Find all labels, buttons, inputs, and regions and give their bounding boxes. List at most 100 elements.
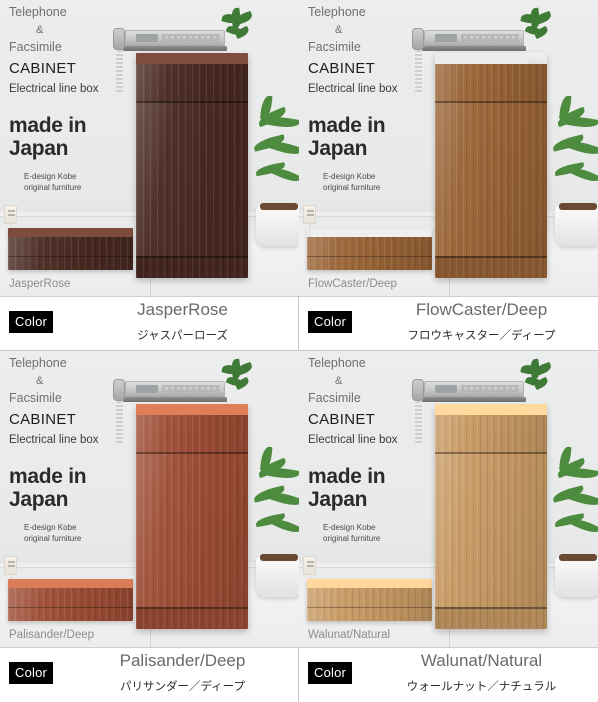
overlay-brand-line2: original furniture — [323, 533, 381, 543]
overlay-brand: E-design Kobe original furniture — [24, 523, 81, 545]
overlay-facsimile: Facsimile — [308, 40, 361, 54]
color-name-en: Walunat/Natural — [420, 651, 543, 670]
color-badge: Color — [9, 311, 54, 333]
color-name-en: FlowCaster/Deep — [415, 300, 548, 319]
overlay-brand-line2: original furniture — [323, 182, 381, 192]
cabinet — [435, 404, 547, 629]
overlay-cabinet: CABINET — [308, 60, 376, 77]
overlay-ampersand: & — [335, 375, 343, 387]
color-panel[interactable]: Telephone & Facsimile CABINET Electrical… — [299, 0, 598, 351]
color-panel[interactable]: Telephone & Facsimile CABINET Electrical… — [299, 351, 598, 702]
overlay-electrical-line-box: Electrical line box — [308, 83, 398, 95]
color-name-jp: ウォールナット／ナチュラル — [406, 681, 557, 693]
color-name-jp: ジャスパーローズ — [137, 330, 228, 342]
overlay-japan: Japan — [308, 487, 368, 511]
caption-bar: Color Palisander/Deep パリサンダー／ディープ — [0, 647, 299, 702]
telephone-handset — [113, 379, 125, 401]
grid-divider-vertical-top — [298, 296, 299, 351]
color-badge: Color — [308, 311, 353, 333]
overlay-cabinet: CABINET — [308, 411, 376, 428]
product-photo: Telephone & Facsimile CABINET Electrical… — [0, 0, 299, 296]
overlay-ampersand: & — [36, 24, 44, 36]
overlay-telephone: Telephone — [308, 356, 366, 370]
overlay-telephone: Telephone — [308, 5, 366, 19]
handset-cord — [116, 401, 123, 445]
overlay-brand: E-design Kobe original furniture — [323, 172, 380, 194]
color-name-en: JasperRose — [137, 300, 228, 319]
overlay-facsimile: Facsimile — [308, 391, 361, 405]
overlay-made: made in — [308, 465, 386, 488]
overlay-brand-line2: original furniture — [24, 182, 82, 192]
overlay-electrical-line-box: Electrical line box — [308, 434, 398, 446]
photo-watermark: Palisander/Deep — [9, 629, 95, 641]
overlay-facsimile: Facsimile — [9, 40, 62, 54]
wall-outlet-icon — [303, 205, 316, 224]
overlay-brand-line1: E-design Kobe — [24, 523, 77, 532]
overlay-brand: E-design Kobe original furniture — [323, 523, 380, 545]
overlay-brand-line2: original furniture — [24, 533, 82, 543]
telephone-handset — [113, 28, 125, 50]
wall-outlet-icon — [4, 556, 17, 575]
overlay-made-in-japan: made in Japan — [308, 465, 386, 511]
electrical-line-box — [8, 579, 133, 621]
overlay-japan: Japan — [308, 136, 368, 160]
caption-bar: Color JasperRose ジャスパーローズ — [0, 296, 299, 351]
product-photo: Telephone & Facsimile CABINET Electrical… — [299, 0, 598, 296]
potted-palm — [252, 446, 299, 597]
overlay-telephone: Telephone — [9, 5, 67, 19]
telephone-handset — [412, 379, 424, 401]
cabinet — [136, 53, 248, 278]
overlay-made: made in — [308, 114, 386, 137]
electrical-line-box — [307, 228, 432, 270]
overlay-brand: E-design Kobe original furniture — [24, 172, 81, 194]
overlay-made: made in — [9, 465, 87, 488]
overlay-cabinet: CABINET — [9, 411, 77, 428]
caption-bar: Color FlowCaster/Deep フロウキャスター／ディープ — [299, 296, 598, 351]
overlay-facsimile: Facsimile — [9, 391, 62, 405]
color-name-en: Palisander/Deep — [119, 651, 246, 670]
overlay-brand-line1: E-design Kobe — [24, 172, 77, 181]
handset-cord — [116, 50, 123, 94]
photo-watermark: FlowCaster/Deep — [308, 278, 397, 290]
overlay-electrical-line-box: Electrical line box — [9, 83, 99, 95]
overlay-cabinet: CABINET — [9, 60, 77, 77]
color-badge: Color — [9, 662, 54, 684]
handset-cord — [415, 401, 422, 445]
wall-outlet-icon — [4, 205, 17, 224]
overlay-telephone: Telephone — [9, 356, 67, 370]
wall-outlet-icon — [303, 556, 316, 575]
caption-bar: Color Walunat/Natural ウォールナット／ナチュラル — [299, 647, 598, 702]
cabinet — [136, 404, 248, 629]
potted-palm — [551, 95, 598, 246]
color-variation-grid: Telephone & Facsimile CABINET Electrical… — [0, 0, 598, 702]
photo-watermark: Walunat/Natural — [308, 629, 391, 641]
grid-divider-vertical-bottom — [298, 647, 299, 702]
product-photo: Telephone & Facsimile CABINET Electrical… — [299, 351, 598, 647]
photo-watermark: JasperRose — [9, 278, 71, 290]
product-photo: Telephone & Facsimile CABINET Electrical… — [0, 351, 299, 647]
overlay-made-in-japan: made in Japan — [9, 465, 87, 511]
overlay-japan: Japan — [9, 136, 69, 160]
overlay-made: made in — [9, 114, 87, 137]
overlay-brand-line1: E-design Kobe — [323, 523, 376, 532]
overlay-made-in-japan: made in Japan — [308, 114, 386, 160]
grid-divider-horizontal — [0, 350, 598, 351]
color-panel[interactable]: Telephone & Facsimile CABINET Electrical… — [0, 0, 299, 351]
handset-cord — [415, 50, 422, 94]
color-name-jp: パリサンダー／ディープ — [119, 681, 245, 693]
color-panel[interactable]: Telephone & Facsimile CABINET Electrical… — [0, 351, 299, 702]
telephone-handset — [412, 28, 424, 50]
potted-palm — [551, 446, 598, 597]
color-badge: Color — [308, 662, 353, 684]
overlay-electrical-line-box: Electrical line box — [9, 434, 99, 446]
color-name-jp: フロウキャスター／ディープ — [407, 330, 556, 342]
overlay-ampersand: & — [335, 24, 343, 36]
overlay-brand-line1: E-design Kobe — [323, 172, 376, 181]
potted-palm — [252, 95, 299, 246]
electrical-line-box — [8, 228, 133, 270]
overlay-made-in-japan: made in Japan — [9, 114, 87, 160]
electrical-line-box — [307, 579, 432, 621]
overlay-ampersand: & — [36, 375, 44, 387]
overlay-japan: Japan — [9, 487, 69, 511]
cabinet — [435, 53, 547, 278]
